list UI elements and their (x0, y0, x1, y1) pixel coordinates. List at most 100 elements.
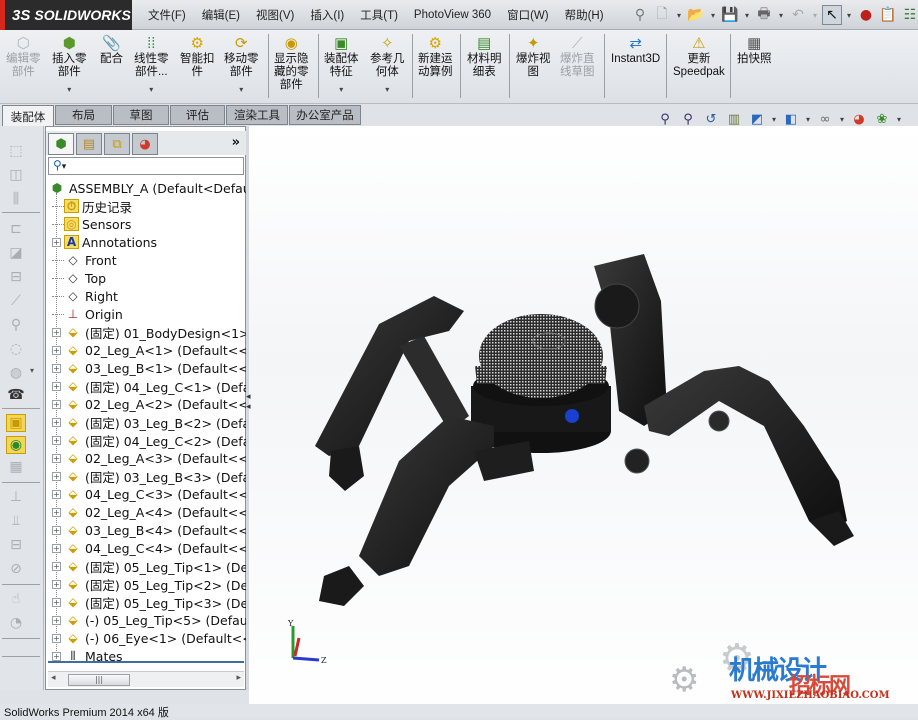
tree-item[interactable]: ◇ Front (52, 251, 117, 269)
display-style-icon[interactable]: ◧ (781, 109, 801, 129)
chevron-down-icon[interactable]: ▾ (30, 366, 34, 375)
apply-scene-icon[interactable]: ❀ (872, 109, 892, 129)
open-dropdown[interactable]: ▾ (708, 11, 718, 20)
chevron-down-icon[interactable]: ▾ (770, 115, 778, 124)
chevron-down-icon[interactable]: ▾ (339, 83, 343, 96)
expand-icon[interactable]: + (52, 597, 61, 607)
toolbar-tool-icon[interactable]: ⊟ (6, 268, 26, 286)
tree-item[interactable]: ◎ Sensors (52, 215, 131, 233)
toolbar-tool-icon[interactable]: ⊘ (6, 560, 26, 578)
save-icon[interactable]: 💾 (720, 5, 740, 25)
expand-icon[interactable]: + (52, 507, 61, 517)
chevron-down-icon[interactable]: ▾ (149, 83, 153, 96)
configuration-manager-icon[interactable]: ⧉ (104, 133, 130, 155)
new-motion-study-button[interactable]: ⚙ 新建运 动算例 (418, 34, 453, 79)
zoom-to-fit-icon[interactable]: ⚲ (655, 109, 675, 129)
tree-item[interactable]: ⏱ 历史记录 (52, 197, 132, 215)
chevron-down-icon[interactable]: ▾ (67, 83, 71, 96)
save-dropdown[interactable]: ▾ (742, 11, 752, 20)
expand-icon[interactable]: + (52, 453, 61, 463)
display-manager-icon[interactable]: ◕ (132, 133, 158, 155)
chevron-down-icon[interactable]: ▾ (804, 115, 812, 124)
zoom-to-area-icon[interactable]: ⚲ (678, 109, 698, 129)
tree-item[interactable]: + ⬙ 03_Leg_B<4> (Default<<Default (52, 521, 246, 539)
select-dropdown[interactable]: ▾ (844, 11, 854, 20)
tree-item[interactable]: + ⬙ (固定) 04_Leg_C<1> (Default (52, 377, 246, 395)
section-view-icon[interactable]: ▥ (724, 109, 744, 129)
expand-icon[interactable]: + (52, 615, 61, 625)
explode-line-sketch-button[interactable]: ⟋ 爆炸直 线草图 (560, 34, 595, 79)
new-document-icon[interactable]: 🗋 (652, 5, 672, 25)
tree-item[interactable]: + ⬙ (固定) 05_Leg_Tip<2> (Default (52, 575, 246, 593)
tree-item[interactable]: + ⬙ 02_Leg_A<4> (Default<<Default (52, 503, 246, 521)
toolbar-tool-icon[interactable]: ◔ (6, 614, 26, 632)
tab-office-products[interactable]: 办公室产品 (289, 105, 361, 125)
expand-icon[interactable]: + (52, 561, 61, 571)
assembly-features-button[interactable]: ▣ 装配体 特征 ▾ (324, 34, 359, 96)
toolbar-tool-icon[interactable]: ⊥ (6, 488, 26, 506)
tree-item[interactable]: + ⬙ (固定) 03_Leg_B<2> (Default (52, 413, 246, 431)
bill-of-materials-button[interactable]: ▤ 材料明 细表 (467, 34, 502, 79)
toolbar-tool-icon[interactable]: ⊏ (6, 220, 26, 238)
chevron-down-icon[interactable]: ▾ (895, 115, 903, 124)
tree-item[interactable]: + ⬙ 02_Leg_A<1> (Default<<Default (52, 341, 246, 359)
expand-icon[interactable]: + (52, 651, 61, 661)
reference-geometry-button[interactable]: ✧ 参考几 何体 ▾ (370, 34, 405, 96)
print-dropdown[interactable]: ▾ (776, 11, 786, 20)
mate-button[interactable]: 📎 配合 (100, 34, 123, 66)
menu-help[interactable]: 帮助(H) (565, 7, 604, 23)
edit-component-button[interactable]: ⬡ 编辑零 部件 (6, 34, 41, 79)
rebuild-traffic-light-icon[interactable]: ● (856, 5, 876, 25)
tree-item[interactable]: + ⬙ (-) 06_Eye<1> (Default<<Default (52, 629, 246, 647)
tree-item[interactable]: ⊥ Origin (52, 305, 123, 323)
tree-item[interactable]: + ⬙ 03_Leg_B<1> (Default<<Default (52, 359, 246, 377)
edit-appearance-icon[interactable]: ◕ (849, 109, 869, 129)
expand-icon[interactable]: + (52, 489, 61, 499)
update-speedpak-button[interactable]: ⚠ 更新 Speedpak (673, 34, 725, 79)
assembly-model[interactable] (249, 126, 918, 717)
tree-item[interactable]: ◇ Top (52, 269, 106, 287)
new-dropdown[interactable]: ▾ (674, 11, 684, 20)
chevron-down-icon[interactable]: ▾ (385, 83, 389, 96)
hide-show-items-icon[interactable]: ∞ (815, 109, 835, 129)
scroll-right-icon[interactable]: ▸ (236, 673, 241, 683)
menu-tools[interactable]: 工具(T) (360, 7, 398, 23)
exploded-view-button[interactable]: ✦ 爆炸视 图 (516, 34, 551, 79)
menu-edit[interactable]: 编辑(E) (202, 7, 240, 23)
tree-item[interactable]: ◇ Right (52, 287, 118, 305)
toolbar-tool-icon[interactable]: ◉ (6, 436, 26, 454)
chevron-down-icon[interactable]: ▾ (838, 115, 846, 124)
toolbar-tool-icon[interactable]: ▦ (6, 458, 26, 476)
smart-fasteners-button[interactable]: ⚙ 智能扣 件 (180, 34, 215, 79)
undo-dropdown[interactable]: ▾ (810, 11, 820, 20)
tree-item[interactable]: + ⬙ (固定) 05_Leg_Tip<1> (Default (52, 557, 246, 575)
file-properties-icon[interactable]: 📋 (878, 5, 898, 25)
graphics-viewport[interactable]: Y Z ⚙ ⚙ 机械设计 招标网 WWW.JIXIEZHAOBIAO.COM (249, 126, 918, 717)
tree-item[interactable]: + ⬙ (固定) 01_BodyDesign<1> (Default (52, 323, 246, 341)
tree-filter[interactable]: ⚲▾ (48, 157, 244, 175)
toolbar-tool-icon[interactable]: ⫼ (6, 190, 26, 208)
toolbar-tool-icon[interactable]: ☝ (6, 590, 26, 608)
expand-icon[interactable]: + (52, 471, 61, 481)
tree-item[interactable]: + ⬙ 04_Leg_C<4> (Default<<Default (52, 539, 246, 557)
open-folder-icon[interactable]: 📂 (686, 5, 706, 25)
take-snapshot-button[interactable]: ▦ 拍快照 (737, 34, 772, 66)
tree-item[interactable]: + ⬙ (固定) 05_Leg_Tip<3> (Default (52, 593, 246, 611)
toolbar-tool-icon[interactable]: ⫫ (6, 512, 26, 530)
tree-item[interactable]: + ⬙ (-) 05_Leg_Tip<5> (Default<<Default (52, 611, 246, 629)
toolbar-tool-icon[interactable]: ◌ (6, 340, 26, 358)
linear-pattern-button[interactable]: ⁞⁞ 线性零 部件... ▾ (134, 34, 169, 96)
options-icon[interactable]: ☷ (900, 5, 918, 25)
tab-sketch[interactable]: 草图 (113, 105, 169, 125)
tree-item[interactable]: + ⬙ 04_Leg_C<3> (Default<<Default (52, 485, 246, 503)
expand-icon[interactable]: + (52, 543, 61, 553)
splitter-arrows-icon[interactable]: ◂ ◂ (246, 392, 251, 412)
expand-icon[interactable]: + (52, 363, 61, 373)
tree-item[interactable]: + ⬙ (固定) 03_Leg_B<3> (Default (52, 467, 246, 485)
tree-item[interactable]: + ⬙ 02_Leg_A<2> (Default<<Default (52, 395, 246, 413)
pin-icon[interactable]: ⚲ (630, 5, 650, 25)
show-hidden-components-button[interactable]: ◉ 显示隐 藏的零 部件 (274, 34, 309, 92)
solidworks-logo[interactable]: 3S SOLIDWORKS (0, 0, 132, 30)
robot-eye[interactable] (565, 409, 579, 423)
toolbar-tool-icon[interactable]: ⬚ (6, 142, 26, 160)
